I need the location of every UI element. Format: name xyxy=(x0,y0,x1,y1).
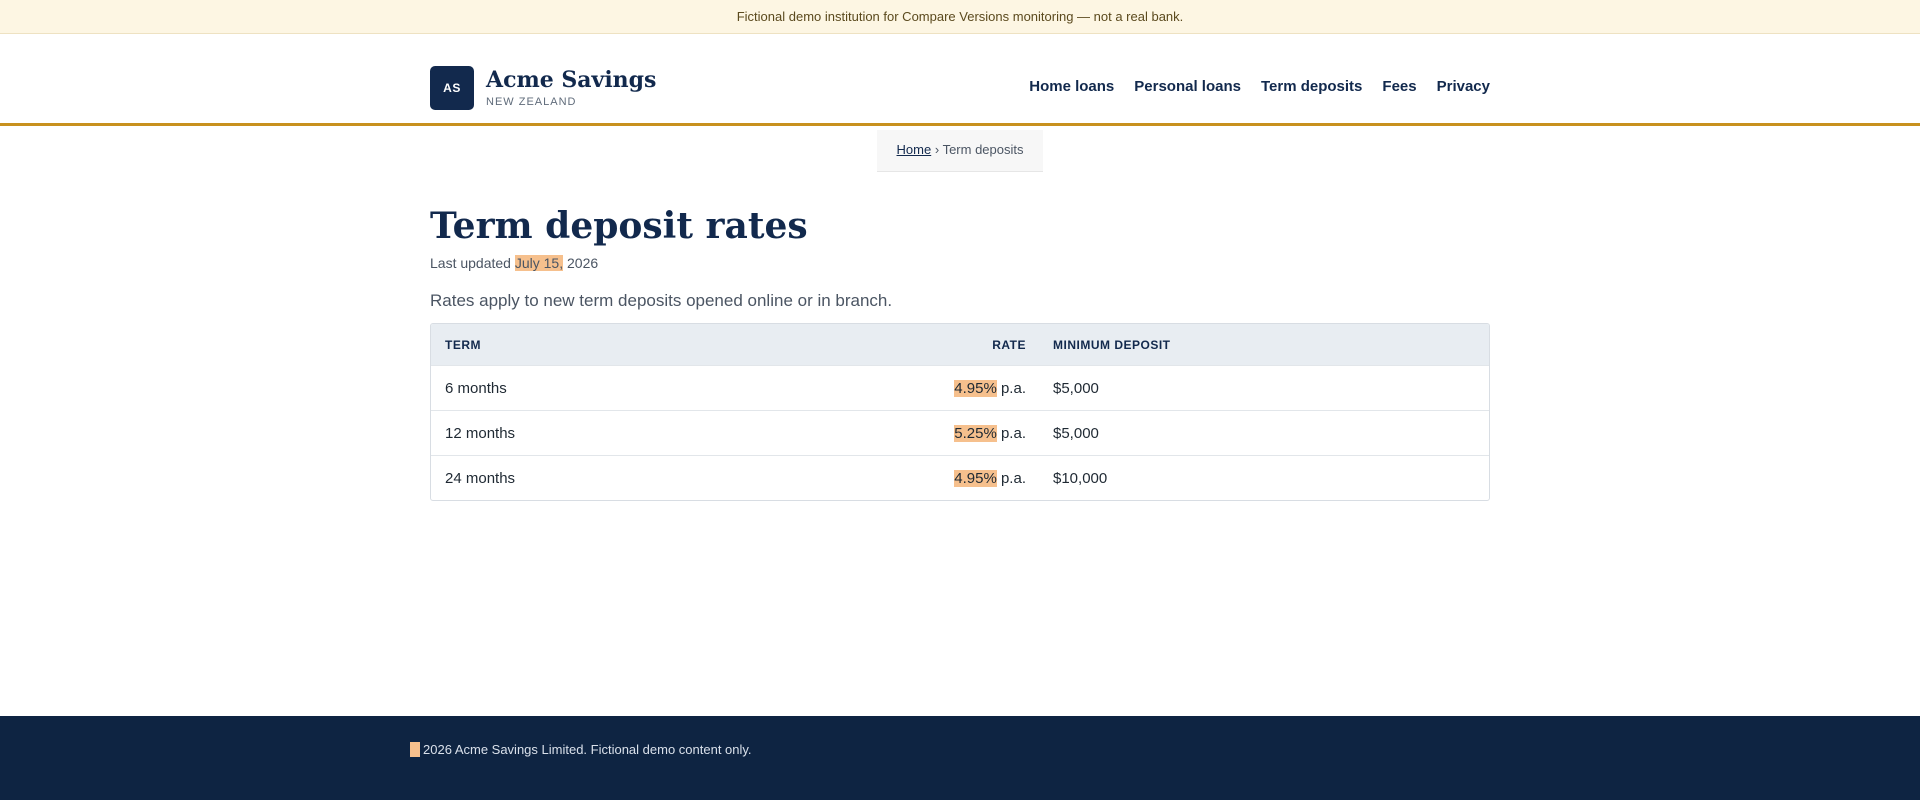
breadcrumb: Home › Term deposits xyxy=(876,130,1044,172)
last-updated: Last updated July 15, 2026 xyxy=(430,255,1490,271)
minimum-deposit-cell: $10,000 xyxy=(1053,469,1108,487)
rate-cell: 4.95% p.a. xyxy=(831,379,1026,397)
brand-name: Acme Savings xyxy=(486,67,657,93)
brand-home-link[interactable]: AS Acme Savings NEW ZEALAND xyxy=(430,66,656,110)
notice-text: Fictional demo institution for Compare V… xyxy=(736,9,1184,24)
nav-fees[interactable]: Fees xyxy=(1382,78,1416,95)
nav-privacy[interactable]: Privacy xyxy=(1437,78,1490,95)
rate-unit: p.a. xyxy=(1000,469,1026,487)
footer-copyright: 2026 Acme Savings Limited. Fictional dem… xyxy=(410,742,752,757)
nav-home-loans[interactable]: Home loans xyxy=(1029,78,1114,95)
updated-prefix: Last updated xyxy=(430,255,511,271)
header-term: TERM xyxy=(445,337,481,352)
rate-value: 5.25% xyxy=(954,424,997,442)
rate-value: 4.95% xyxy=(954,469,997,487)
header-rate: RATE xyxy=(992,337,1026,352)
table-row: 6 months 4.95% p.a. $5,000 xyxy=(431,365,1489,410)
main-nav: Home loans Personal loans Term deposits … xyxy=(1029,78,1490,95)
nav-personal-loans[interactable]: Personal loans xyxy=(1134,78,1241,95)
brand-logo: AS xyxy=(430,66,474,110)
main-content: Term deposit rates Last updated July 15,… xyxy=(430,202,1490,501)
updated-year: 2026 xyxy=(567,255,599,271)
table-header-row: TERM RATE MINIMUM DEPOSIT xyxy=(431,324,1489,365)
updated-date-highlight: July 15, xyxy=(514,255,564,271)
table-row: 24 months 4.95% p.a. $10,000 xyxy=(431,455,1489,500)
minimum-deposit-cell: $5,000 xyxy=(1053,424,1099,442)
breadcrumb-wrapper: Home › Term deposits xyxy=(0,130,1920,172)
rate-cell: 4.95% p.a. xyxy=(831,469,1026,487)
term-cell: 6 months xyxy=(445,379,507,397)
term-cell: 12 months xyxy=(445,424,516,442)
header-minimum-deposit: MINIMUM DEPOSIT xyxy=(1053,337,1171,352)
nav-term-deposits[interactable]: Term deposits xyxy=(1261,78,1362,95)
site-header: AS Acme Savings NEW ZEALAND Home loans P… xyxy=(0,34,1920,126)
footer-text: 2026 Acme Savings Limited. Fictional dem… xyxy=(423,742,752,757)
breadcrumb-separator: › xyxy=(934,142,940,157)
breadcrumb-home-link[interactable]: Home xyxy=(897,142,932,157)
rate-cell: 5.25% p.a. xyxy=(831,424,1026,442)
page-title: Term deposit rates xyxy=(430,205,808,247)
rate-unit: p.a. xyxy=(1000,379,1026,397)
rate-value: 4.95% xyxy=(954,379,997,397)
term-cell: 24 months xyxy=(445,469,516,487)
demo-notice-banner: Fictional demo institution for Compare V… xyxy=(0,0,1920,34)
minimum-deposit-cell: $5,000 xyxy=(1053,379,1099,397)
intro-text: Rates apply to new term deposits opened … xyxy=(430,291,893,310)
brand-subtitle: NEW ZEALAND xyxy=(486,96,577,108)
brand-text: Acme Savings NEW ZEALAND xyxy=(486,68,656,108)
rate-unit: p.a. xyxy=(1000,424,1026,442)
site-footer: 2026 Acme Savings Limited. Fictional dem… xyxy=(0,716,1920,800)
rates-table: TERM RATE MINIMUM DEPOSIT 6 months 4.95%… xyxy=(430,323,1490,501)
breadcrumb-current: Term deposits xyxy=(942,142,1024,157)
table-row: 12 months 5.25% p.a. $5,000 xyxy=(431,410,1489,455)
copyright-highlight-mark xyxy=(410,742,420,757)
